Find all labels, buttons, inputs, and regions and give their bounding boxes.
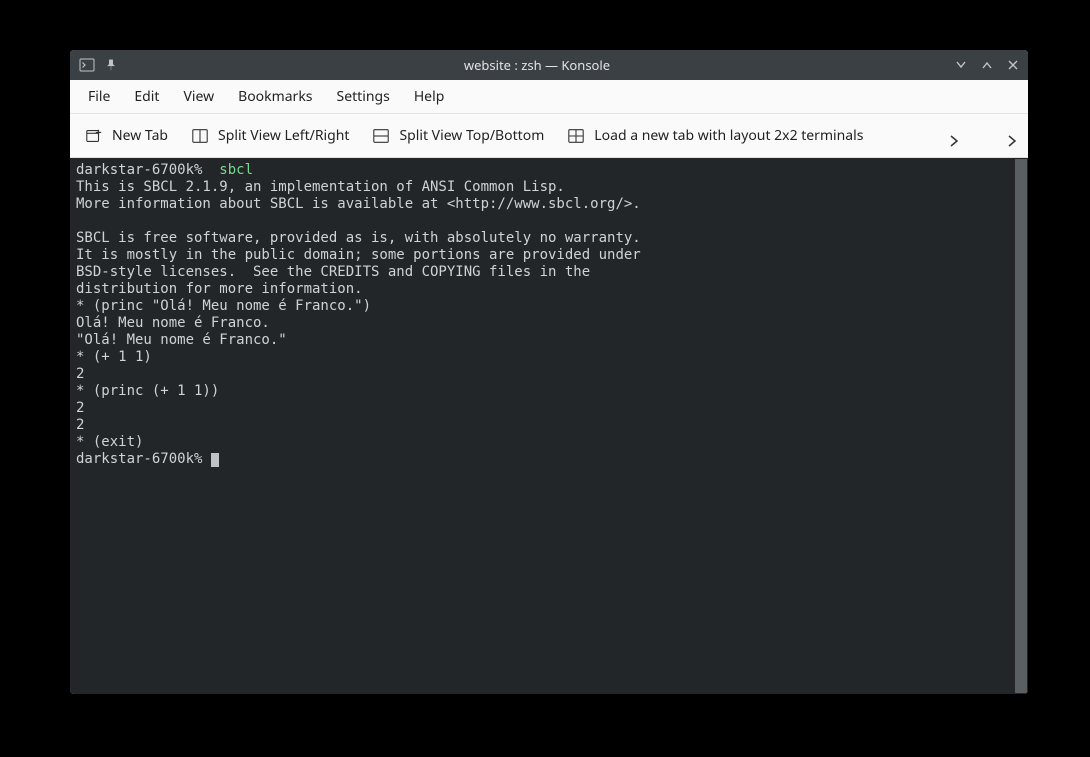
toolbar-chevron-right-2[interactable]: [1006, 130, 1018, 142]
close-button[interactable]: [1006, 58, 1020, 72]
window-title: website : zsh — Konsole: [120, 56, 954, 74]
minimize-button[interactable]: [954, 58, 968, 72]
terminal-line: More information about SBCL is available…: [76, 196, 641, 212]
maximize-button[interactable]: [980, 58, 994, 72]
shell-prompt-2: darkstar-6700k%: [76, 451, 211, 467]
new-tab-label: New Tab: [112, 126, 168, 145]
terminal-line: * (princ "Olá! Meu nome é Franco."): [76, 298, 371, 314]
terminal-view[interactable]: darkstar-6700k% sbcl This is SBCL 2.1.9,…: [70, 158, 1028, 694]
split-tb-label: Split View Top/Bottom: [399, 126, 544, 145]
terminal-line: "Olá! Meu nome é Franco.": [76, 332, 287, 348]
load-layout-label: Load a new tab with layout 2x2 terminals: [594, 126, 863, 145]
toolbar-chevron-right-1[interactable]: [948, 130, 960, 142]
terminal-scrollbar[interactable]: [1014, 158, 1028, 694]
menu-settings[interactable]: Settings: [327, 83, 400, 110]
terminal-line: 2: [76, 417, 84, 433]
scrollbar-thumb[interactable]: [1014, 158, 1028, 694]
pin-icon[interactable]: [102, 56, 120, 74]
menubar: File Edit View Bookmarks Settings Help: [70, 80, 1028, 114]
menu-edit[interactable]: Edit: [124, 83, 169, 110]
load-layout-button[interactable]: Load a new tab with layout 2x2 terminals: [562, 122, 867, 150]
split-top-bottom-button[interactable]: Split View Top/Bottom: [367, 122, 548, 150]
terminal-cursor: [211, 453, 219, 467]
split-lr-icon: [190, 126, 210, 146]
terminal-app-icon: [78, 56, 96, 74]
menu-help[interactable]: Help: [404, 83, 455, 110]
terminal-line: Olá! Meu nome é Franco.: [76, 315, 270, 331]
terminal-line: 2: [76, 366, 84, 382]
new-tab-icon: [84, 126, 104, 146]
terminal-line: * (princ (+ 1 1)): [76, 383, 219, 399]
terminal-line: SBCL is free software, provided as is, w…: [76, 230, 641, 246]
split-lr-label: Split View Left/Right: [218, 126, 349, 145]
grid-2x2-icon: [566, 126, 586, 146]
toolbar: New Tab Split View Left/Right Split View…: [70, 114, 1028, 158]
menu-file[interactable]: File: [78, 83, 120, 110]
terminal-line: 2: [76, 400, 84, 416]
terminal-line: It is mostly in the public domain; some …: [76, 247, 641, 263]
konsole-window: website : zsh — Konsole File Edit View B…: [70, 50, 1028, 694]
split-tb-icon: [371, 126, 391, 146]
menu-bookmarks[interactable]: Bookmarks: [228, 83, 322, 110]
terminal-line: distribution for more information.: [76, 281, 363, 297]
terminal-line: * (+ 1 1): [76, 349, 152, 365]
terminal-line: * (exit): [76, 434, 143, 450]
shell-prompt: darkstar-6700k%: [76, 162, 202, 178]
menu-view[interactable]: View: [173, 83, 224, 110]
shell-command: sbcl: [202, 162, 253, 178]
new-tab-button[interactable]: New Tab: [80, 122, 172, 150]
titlebar: website : zsh — Konsole: [70, 50, 1028, 80]
split-left-right-button[interactable]: Split View Left/Right: [186, 122, 353, 150]
terminal-line: This is SBCL 2.1.9, an implementation of…: [76, 179, 565, 195]
terminal-line: BSD-style licenses. See the CREDITS and …: [76, 264, 590, 280]
